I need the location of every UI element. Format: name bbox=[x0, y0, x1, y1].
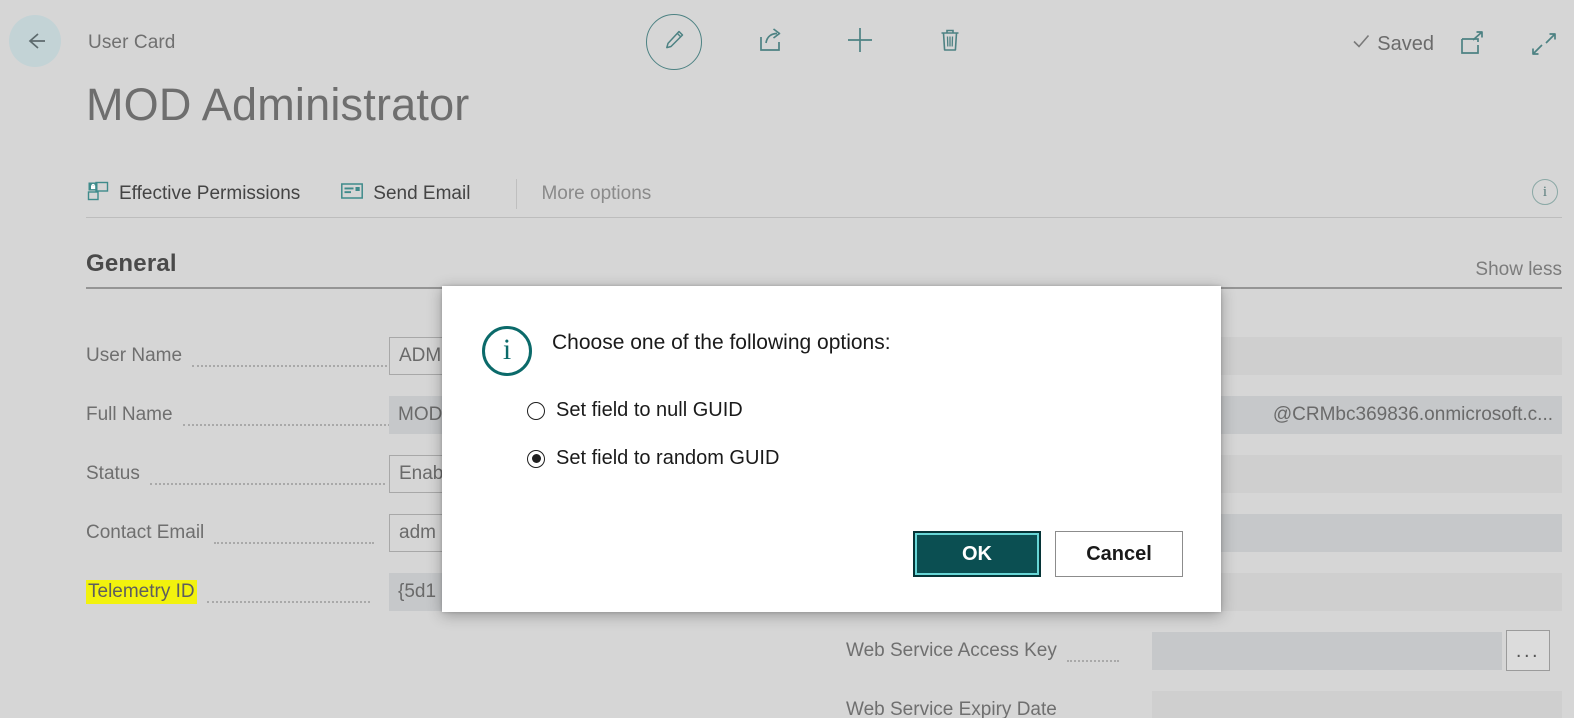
ribbon-item-send-email[interactable]: Send Email bbox=[340, 181, 470, 207]
field-label: Contact Email bbox=[86, 521, 205, 543]
info-circle-icon[interactable]: i bbox=[1532, 179, 1558, 205]
ribbon-item-label: Send Email bbox=[373, 182, 471, 204]
page-kind-label: User Card bbox=[88, 32, 176, 53]
info-glyph: i bbox=[1542, 183, 1548, 200]
field-row-web-service-expiry-date: Web Service Expiry Date bbox=[846, 680, 1562, 718]
ribbon-item-effective-permissions[interactable]: Effective Permissions bbox=[86, 180, 300, 208]
envelope-email-icon bbox=[340, 181, 364, 207]
field-label: User Name bbox=[86, 344, 183, 366]
dialog-surface: i Choose one of the following options: S… bbox=[442, 286, 1221, 612]
permissions-lock-icon bbox=[86, 180, 110, 208]
radio-button-selected-icon bbox=[527, 449, 545, 468]
info-circle-icon: i bbox=[482, 326, 532, 376]
open-in-new-window-icon bbox=[1457, 29, 1487, 64]
plus-new-icon bbox=[843, 23, 877, 62]
ellipsis-icon: ... bbox=[1515, 639, 1541, 662]
radio-option-label: Set field to random GUID bbox=[556, 447, 780, 469]
general-section-header: General Show less bbox=[86, 250, 1562, 289]
checkmark-icon bbox=[1350, 30, 1372, 58]
back-arrow-icon bbox=[20, 26, 50, 56]
options-dialog: i Choose one of the following options: S… bbox=[442, 286, 1221, 612]
radio-button-unselected-icon bbox=[527, 401, 545, 420]
cancel-button[interactable]: Cancel bbox=[1055, 531, 1183, 577]
ribbon-item-label: Effective Permissions bbox=[119, 182, 301, 204]
web-service-access-key-lookup-button[interactable]: ... bbox=[1506, 630, 1550, 671]
dotted-leader bbox=[214, 542, 375, 544]
user-card-page: User Card Saved MOD Administrator Effect… bbox=[0, 0, 1574, 718]
dotted-leader bbox=[1066, 660, 1119, 662]
field-label-telemetry-id: Telemetry ID bbox=[86, 579, 197, 604]
dotted-leader bbox=[149, 483, 385, 485]
field-label: Web Service Expiry Date bbox=[846, 698, 1057, 718]
window-controls bbox=[1450, 24, 1566, 68]
dotted-leader bbox=[192, 365, 388, 367]
center-action-group bbox=[646, 14, 972, 70]
top-bar: User Card Saved bbox=[0, 0, 1574, 86]
edit-button[interactable] bbox=[646, 14, 702, 70]
field-label: Status bbox=[86, 462, 140, 484]
field-row-web-service-access-key: Web Service Access Key ... bbox=[846, 621, 1562, 680]
section-title: General bbox=[86, 250, 177, 277]
delete-button[interactable] bbox=[928, 20, 972, 64]
field-input-web-service-expiry-date[interactable] bbox=[1152, 690, 1562, 718]
collapse-arrows-icon bbox=[1529, 29, 1559, 64]
field-label: Web Service Access Key bbox=[846, 639, 1057, 661]
pencil-edit-icon bbox=[660, 26, 688, 59]
action-ribbon: Effective Permissions Send Email More op… bbox=[86, 170, 1562, 218]
ribbon-separator bbox=[516, 178, 518, 209]
open-in-new-window-button[interactable] bbox=[1450, 24, 1494, 68]
share-button[interactable] bbox=[748, 20, 792, 64]
saved-status: Saved bbox=[1350, 30, 1434, 58]
radio-option-label: Set field to null GUID bbox=[556, 399, 743, 421]
dialog-heading: Choose one of the following options: bbox=[552, 331, 891, 354]
info-glyph: i bbox=[502, 333, 512, 366]
ok-button[interactable]: OK bbox=[913, 531, 1041, 577]
dotted-leader bbox=[182, 424, 390, 426]
ribbon-more-options[interactable]: More options bbox=[541, 183, 651, 205]
radio-option-random-guid[interactable]: Set field to random GUID bbox=[527, 447, 779, 470]
radio-option-null-guid[interactable]: Set field to null GUID bbox=[527, 399, 743, 422]
page-title: MOD Administrator bbox=[86, 79, 470, 130]
trash-delete-icon bbox=[935, 25, 965, 60]
show-less-link[interactable]: Show less bbox=[1475, 259, 1562, 281]
saved-label: Saved bbox=[1377, 32, 1434, 55]
field-input-web-service-access-key[interactable] bbox=[1152, 631, 1502, 670]
collapse-button[interactable] bbox=[1522, 24, 1566, 68]
field-label: Full Name bbox=[86, 403, 173, 425]
dotted-leader bbox=[206, 601, 370, 603]
back-button[interactable] bbox=[9, 15, 61, 67]
dialog-button-group: OK Cancel bbox=[913, 531, 1183, 577]
share-icon bbox=[755, 25, 785, 60]
new-button[interactable] bbox=[838, 20, 882, 64]
